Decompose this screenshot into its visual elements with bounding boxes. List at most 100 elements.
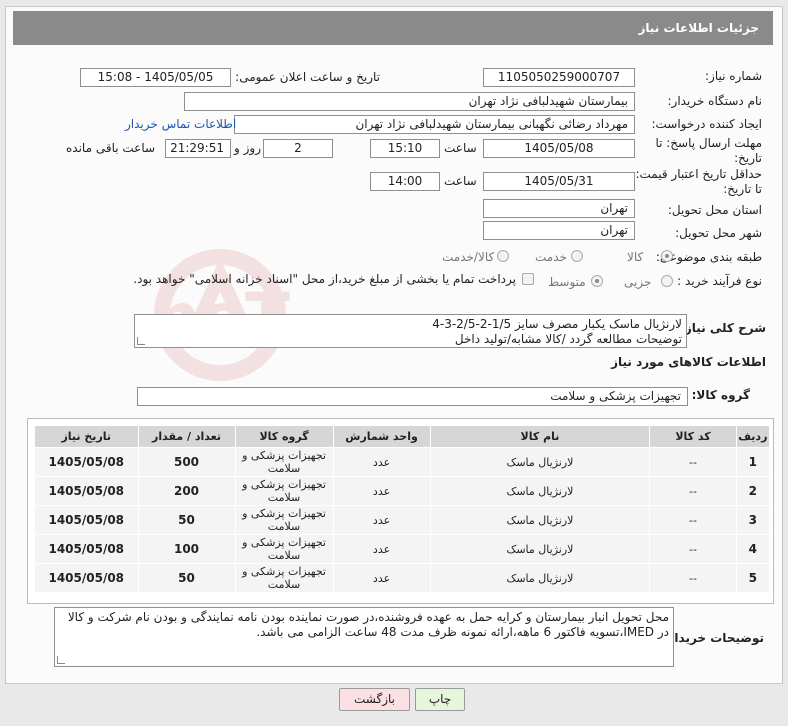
days-label: روز و [234, 141, 261, 155]
process-option-medium: متوسط [548, 275, 586, 289]
category-option-both: کالا/خدمت [442, 250, 495, 264]
goods-group-field: تجهیزات پزشکی و سلامت [137, 387, 688, 406]
announce-field: 1405/05/05 - 15:08 [80, 68, 231, 87]
remaining-label: ساعت باقی مانده [66, 141, 156, 155]
item-group: تجهیزات پزشکی و سلامت [234, 447, 334, 477]
page-title: جزئیات اطلاعات نیاز [13, 11, 773, 45]
send-deadline-label-date: تاریخ: [734, 151, 762, 165]
item-group: تجهیزات پزشکی و سلامت [234, 563, 334, 593]
item-unit: عدد [332, 563, 431, 593]
col-header-group: گروه کالا [234, 425, 334, 448]
item-name: لارنژیال ماسک [429, 476, 651, 506]
validity-label-date: تا تاریخ: [723, 182, 762, 196]
treasury-payment-checkbox[interactable] [522, 273, 534, 285]
item-date: 1405/05/08 [34, 563, 139, 593]
item-date: 1405/05/08 [34, 505, 139, 535]
table-row: 2 -- لارنژیال ماسک عدد تجهیزات پزشکی و س… [34, 476, 771, 506]
item-quantity: 100 [137, 534, 236, 564]
item-unit: عدد [332, 476, 431, 506]
creator-label: ایجاد کننده درخواست: [651, 117, 762, 131]
summary-line-1: لارنژیال ماسک یکبار مصرف سایز 1/5-2-2/5-… [432, 317, 682, 331]
validity-date-field: 1405/05/31 [483, 172, 635, 191]
contact-info-link[interactable]: اطلاعات تماس خریدار [125, 117, 236, 131]
item-code: -- [649, 505, 737, 535]
item-date: 1405/05/08 [34, 476, 139, 506]
row-number: 4 [735, 534, 771, 564]
process-radio-medium[interactable] [591, 275, 603, 287]
item-code: -- [649, 476, 737, 506]
item-date: 1405/05/08 [34, 447, 139, 477]
process-label: نوع فرآیند خرید : [677, 274, 762, 288]
item-date: 1405/05/08 [34, 534, 139, 564]
category-radio-service[interactable] [571, 250, 583, 262]
remaining-time-field: 21:29:51 [165, 139, 231, 158]
treasury-payment-note: پرداخت تمام یا بخشی از مبلغ خرید،از محل … [133, 272, 516, 286]
col-header-quantity: تعداد / مقدار [137, 425, 236, 448]
table-row: 4 -- لارنژیال ماسک عدد تجهیزات پزشکی و س… [34, 534, 771, 564]
creator-field: مهرداد رضائی نگهبانی بیمارستان شهیدلبافی… [234, 115, 635, 134]
item-name: لارنژیال ماسک [429, 505, 651, 535]
goods-section-title: اطلاعات کالاهای مورد نیاز [611, 355, 766, 369]
buyer-label: نام دستگاه خریدار: [667, 94, 763, 108]
item-unit: عدد [332, 447, 431, 477]
summary-textarea[interactable]: لارنژیال ماسک یکبار مصرف سایز 1/5-2-2/5-… [134, 314, 687, 348]
province-label: استان محل تحویل: [667, 203, 762, 217]
item-group: تجهیزات پزشکی و سلامت [234, 505, 334, 535]
category-radio-both[interactable] [497, 250, 509, 262]
buyer-notes-textarea[interactable]: محل تحویل انبار بیمارستان و کرایه حمل به… [54, 607, 674, 667]
col-header-date: تاریخ نیاز [34, 425, 139, 448]
send-deadline-label: مهلت ارسال پاسخ: تا [655, 136, 762, 150]
item-quantity: 50 [137, 505, 236, 535]
process-radio-minor[interactable] [661, 275, 673, 287]
item-group: تجهیزات پزشکی و سلامت [234, 534, 334, 564]
item-unit: عدد [332, 505, 431, 535]
buyer-notes-label: توضیحات خریدار: [662, 631, 764, 645]
item-group: تجهیزات پزشکی و سلامت [234, 476, 334, 506]
item-code: -- [649, 534, 737, 564]
city-label: شهر محل تحویل: [675, 226, 762, 240]
send-date-field: 1405/05/08 [483, 139, 635, 158]
resize-grip-icon[interactable] [137, 337, 145, 345]
item-quantity: 50 [137, 563, 236, 593]
col-header-code: کد کالا [649, 425, 737, 448]
resize-grip-icon[interactable] [57, 656, 65, 664]
validity-time-field: 14:00 [370, 172, 440, 191]
item-name: لارنژیال ماسک [429, 447, 651, 477]
province-field: تهران [483, 199, 635, 218]
row-number: 5 [735, 563, 771, 593]
category-radio-goods[interactable] [661, 250, 673, 262]
print-button[interactable]: چاپ [415, 688, 465, 711]
city-field: تهران [483, 221, 635, 240]
table-row: 5 -- لارنژیال ماسک عدد تجهیزات پزشکی و س… [34, 563, 771, 593]
table-row: 3 -- لارنژیال ماسک عدد تجهیزات پزشکی و س… [34, 505, 771, 535]
goods-table: ردیف کد کالا نام کالا واحد شمارش گروه کا… [34, 425, 771, 593]
goods-group-label: گروه کالا: [691, 388, 750, 402]
col-header-row-number: ردیف [735, 425, 771, 448]
category-option-goods: کالا [627, 250, 644, 264]
table-row: 1 -- لارنژیال ماسک عدد تجهیزات پزشکی و س… [34, 447, 771, 477]
summary-line-2: توضیحات مطالعه گردد /کالا مشابه/تولید دا… [454, 332, 682, 346]
row-number: 2 [735, 476, 771, 506]
buyer-notes-text: محل تحویل انبار بیمارستان و کرایه حمل به… [67, 610, 669, 639]
item-quantity: 200 [137, 476, 236, 506]
send-time-field: 15:10 [370, 139, 440, 158]
need-number-label: شماره نیاز: [705, 69, 762, 83]
item-code: -- [649, 563, 737, 593]
validity-label: حداقل تاریخ اعتبار قیمت: [635, 167, 762, 181]
category-option-service: خدمت [535, 250, 567, 264]
need-number-field: 1105050259000707 [483, 68, 635, 87]
row-number: 1 [735, 447, 771, 477]
days-count-field: 2 [263, 139, 333, 158]
row-number: 3 [735, 505, 771, 535]
item-unit: عدد [332, 534, 431, 564]
announce-label: تاریخ و ساعت اعلان عمومی: [235, 70, 380, 84]
item-quantity: 500 [137, 447, 236, 477]
validity-time-label: ساعت [444, 174, 477, 188]
process-option-minor: جزیی [624, 275, 652, 289]
col-header-name: نام کالا [429, 425, 651, 448]
goods-table-header: ردیف کد کالا نام کالا واحد شمارش گروه کا… [34, 425, 771, 448]
back-button[interactable]: بازگشت [339, 688, 410, 711]
buyer-field: بیمارستان شهیدلبافی نژاد تهران [184, 92, 635, 111]
item-name: لارنژیال ماسک [429, 534, 651, 564]
send-time-label: ساعت [444, 141, 477, 155]
